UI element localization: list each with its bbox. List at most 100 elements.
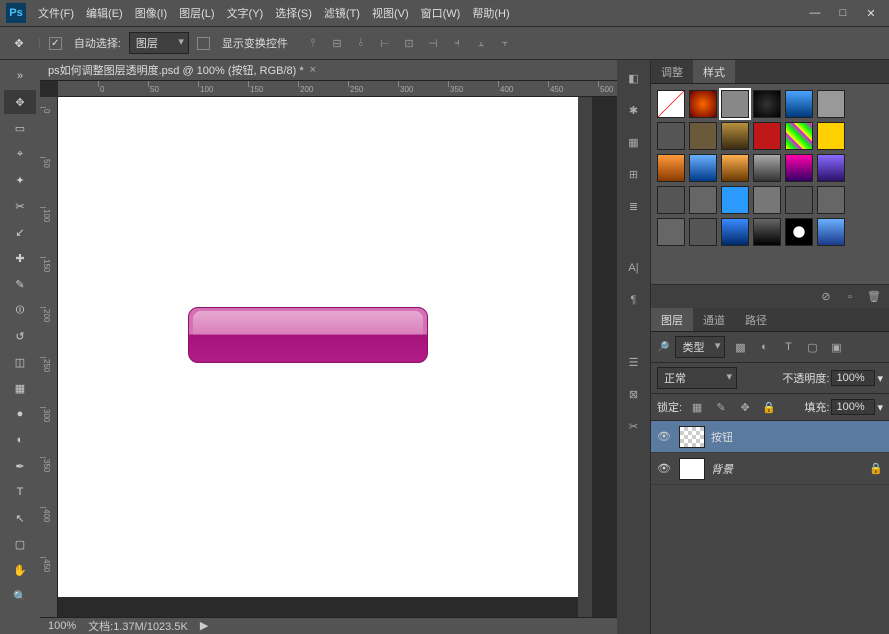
window-minimize[interactable]: — (803, 4, 827, 22)
dock-info-icon[interactable]: ☰ (622, 350, 646, 374)
style-swatch[interactable] (785, 186, 813, 214)
style-swatch[interactable] (689, 218, 717, 246)
style-swatch[interactable] (721, 218, 749, 246)
brush-tool[interactable]: ✎ (4, 272, 36, 296)
style-swatch[interactable] (785, 218, 813, 246)
tab-layers[interactable]: 图层 (651, 308, 693, 331)
style-swatch[interactable] (817, 90, 845, 118)
align-left-icon[interactable]: ⊢ (374, 32, 396, 54)
menu-view[interactable]: 视图(V) (368, 3, 413, 23)
style-swatch[interactable] (657, 90, 685, 118)
style-swatch[interactable] (753, 122, 781, 150)
eraser-tool[interactable]: ◫ (4, 350, 36, 374)
menu-window[interactable]: 窗口(W) (417, 3, 465, 23)
zoom-tool[interactable]: 🔍 (4, 584, 36, 608)
window-maximize[interactable]: □ (831, 4, 855, 22)
dock-properties-icon[interactable]: ≣ (622, 194, 646, 218)
type-tool[interactable]: T (4, 480, 36, 504)
gradient-tool[interactable]: ▦ (4, 376, 36, 400)
style-swatch[interactable] (817, 154, 845, 182)
style-swatch[interactable] (753, 218, 781, 246)
align-bottom-icon[interactable]: ⫰ (350, 32, 372, 54)
style-swatch[interactable] (689, 122, 717, 150)
align-vcenter-icon[interactable]: ⊟ (326, 32, 348, 54)
align-top-icon[interactable]: ⫯ (302, 32, 324, 54)
style-swatch[interactable] (817, 186, 845, 214)
menu-select[interactable]: 选择(S) (271, 3, 316, 23)
distribute3-icon[interactable]: ⫟ (494, 32, 516, 54)
style-swatch[interactable] (721, 90, 749, 118)
menu-layer[interactable]: 图层(L) (175, 3, 218, 23)
style-swatch[interactable] (721, 154, 749, 182)
opacity-chevron-icon[interactable]: ▾ (877, 372, 883, 385)
distribute2-icon[interactable]: ⫠ (470, 32, 492, 54)
fill-input[interactable]: 100% (831, 399, 875, 415)
menu-filter[interactable]: 滤镜(T) (320, 3, 364, 23)
dock-tools-icon[interactable]: ✂ (622, 414, 646, 438)
history-brush-tool[interactable]: ↺ (4, 324, 36, 348)
tab-close-icon[interactable]: × (310, 64, 316, 76)
crop-tool[interactable]: ✂ (4, 194, 36, 218)
align-right-icon[interactable]: ⊣ (422, 32, 444, 54)
style-swatch[interactable] (817, 122, 845, 150)
style-swatch[interactable] (657, 218, 685, 246)
new-style-icon[interactable]: ▫ (841, 288, 859, 306)
move-tool[interactable]: ✥ (4, 90, 36, 114)
menu-file[interactable]: 文件(F) (34, 3, 78, 23)
auto-select-dropdown[interactable]: 图层 (129, 32, 189, 54)
dock-swatches-icon[interactable]: ▦ (622, 130, 646, 154)
tab-channels[interactable]: 通道 (693, 308, 735, 331)
menu-help[interactable]: 帮助(H) (468, 3, 513, 23)
style-swatch[interactable] (785, 90, 813, 118)
visibility-icon[interactable]: 👁 (657, 462, 673, 475)
style-swatch[interactable] (753, 186, 781, 214)
filter-smart-icon[interactable]: ▣ (827, 338, 845, 356)
style-swatch[interactable] (721, 186, 749, 214)
lock-all-icon[interactable]: 🔒 (760, 398, 778, 416)
dock-color-icon[interactable]: ✱ (622, 98, 646, 122)
pen-tool[interactable]: ✒ (4, 454, 36, 478)
document-tab[interactable]: ps如何调整图层透明度.psd @ 100% (按钮, RGB/8) * × (40, 60, 617, 81)
delete-style-icon[interactable]: 🗑 (865, 288, 883, 306)
lock-position-icon[interactable]: ✥ (736, 398, 754, 416)
distribute-icon[interactable]: ⫞ (446, 32, 468, 54)
style-swatch[interactable] (689, 186, 717, 214)
heal-tool[interactable]: ✚ (4, 246, 36, 270)
eyedropper-tool[interactable]: ↙ (4, 220, 36, 244)
tab-adjustments[interactable]: 调整 (651, 60, 693, 83)
filter-adjust-icon[interactable]: ◐ (755, 338, 773, 356)
stamp-tool[interactable]: ⏼ (4, 298, 36, 322)
layer-filter-dropdown[interactable]: 类型 (675, 336, 725, 358)
style-swatch[interactable] (785, 122, 813, 150)
tab-paths[interactable]: 路径 (735, 308, 777, 331)
filter-type-icon[interactable]: T (779, 338, 797, 356)
style-swatch[interactable] (753, 90, 781, 118)
dock-brushes-icon[interactable]: ⊞ (622, 162, 646, 186)
align-hcenter-icon[interactable]: ⊡ (398, 32, 420, 54)
shape-tool[interactable]: ▢ (4, 532, 36, 556)
show-transform-checkbox[interactable] (197, 37, 210, 50)
dock-nav-icon[interactable]: ⊠ (622, 382, 646, 406)
menu-edit[interactable]: 编辑(E) (82, 3, 127, 23)
status-arrow-icon[interactable]: ▶ (200, 619, 208, 632)
style-swatch[interactable] (785, 154, 813, 182)
opacity-input[interactable]: 100% (831, 370, 875, 386)
layer-item[interactable]: 👁背景🔒 (651, 453, 889, 485)
marquee-tool[interactable]: ▭ (4, 116, 36, 140)
filter-shape-icon[interactable]: ▢ (803, 338, 821, 356)
style-swatch[interactable] (689, 90, 717, 118)
scrollbar-vertical[interactable] (578, 97, 592, 617)
clear-style-icon[interactable]: ⊘ (817, 288, 835, 306)
dock-char-icon[interactable]: A| (622, 256, 646, 280)
lock-pixels-icon[interactable]: ✎ (712, 398, 730, 416)
blend-mode-dropdown[interactable]: 正常 (657, 367, 737, 389)
menu-type[interactable]: 文字(Y) (223, 3, 268, 23)
style-swatch[interactable] (817, 218, 845, 246)
path-tool[interactable]: ↖ (4, 506, 36, 530)
tab-styles[interactable]: 样式 (693, 60, 735, 83)
expand-tools-icon[interactable]: » (4, 64, 36, 88)
lock-transparency-icon[interactable]: ▦ (688, 398, 706, 416)
style-swatch[interactable] (721, 122, 749, 150)
dock-history-icon[interactable]: ◧ (622, 66, 646, 90)
layer-item[interactable]: 👁按钮 (651, 421, 889, 453)
